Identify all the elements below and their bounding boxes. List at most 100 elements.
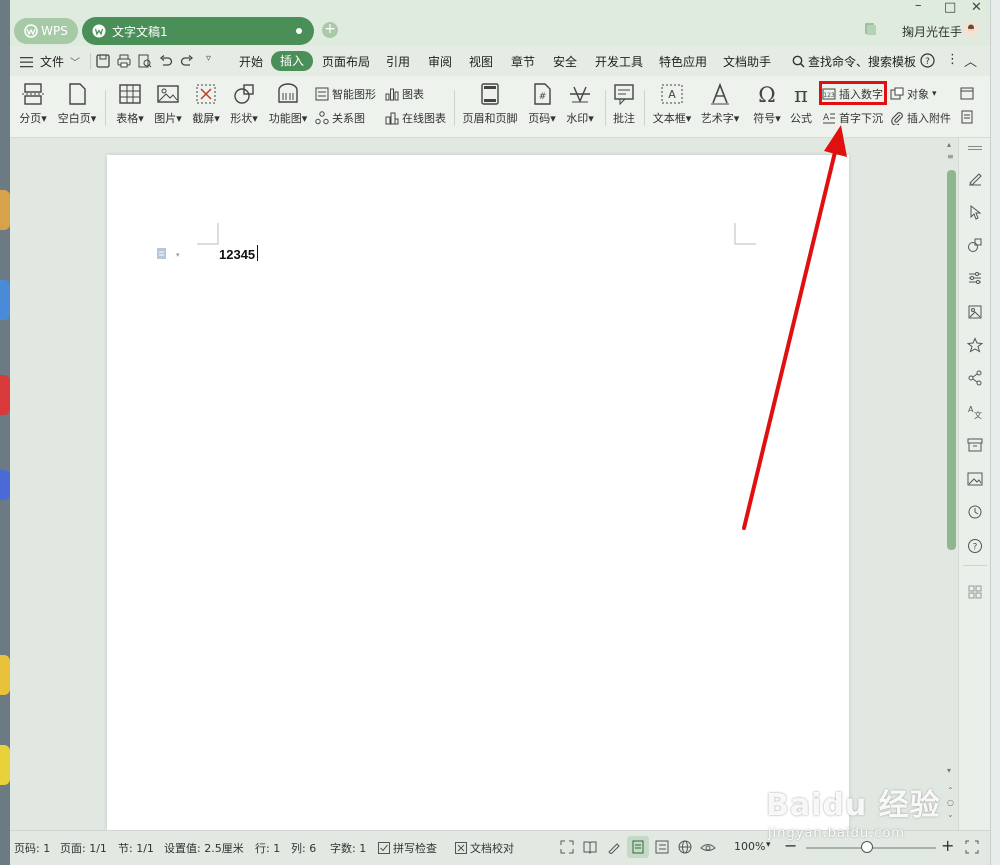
quick-access-dropdown-icon[interactable]: ▿ <box>206 53 211 64</box>
page-number-button[interactable]: # 页码▾ <box>524 82 560 126</box>
document-tab[interactable]: 文字文稿1 <box>82 17 314 45</box>
translate-icon[interactable]: A文 <box>967 403 983 419</box>
insert-attachment-button[interactable]: 插入附件 <box>890 110 951 126</box>
full-screen-icon[interactable] <box>560 840 574 854</box>
star-icon[interactable] <box>967 337 983 353</box>
writer-doc-icon <box>92 24 106 38</box>
reading-mode-icon[interactable] <box>583 840 597 854</box>
user-name[interactable]: 掬月光在手 <box>902 23 962 40</box>
textbox-icon: A <box>661 84 683 104</box>
picture-button[interactable]: 图片▾ <box>150 82 186 126</box>
blank-page-button[interactable]: 空白页▾ <box>55 82 99 126</box>
chart-button[interactable]: 图表 <box>385 86 424 102</box>
wordart-button[interactable]: 艺术字▾ <box>698 82 742 126</box>
fit-window-icon[interactable] <box>965 840 979 854</box>
image-library-icon[interactable] <box>967 304 983 320</box>
status-pages[interactable]: 页面: 1/1 <box>60 840 107 856</box>
shape-button[interactable]: 形状▾ <box>226 82 262 126</box>
vertical-scrollbar[interactable]: ▴ ≡ ▾ ⌃ ○ ⌄ <box>944 138 958 830</box>
close-button[interactable]: ✕ <box>971 0 982 15</box>
share-icon[interactable] <box>967 370 983 386</box>
paragraph-handle-icon[interactable]: ▾ <box>157 248 183 260</box>
archive-icon[interactable] <box>967 437 983 453</box>
more-options-icon[interactable]: ⋮ <box>946 52 959 67</box>
help-icon[interactable]: ? <box>920 53 935 68</box>
avatar[interactable] <box>963 21 979 37</box>
status-section[interactable]: 节: 1/1 <box>118 840 154 856</box>
menu-page-layout[interactable]: 页面布局 <box>322 53 370 70</box>
online-chart-button[interactable]: 在线图表 <box>385 110 446 126</box>
watermark: Baidu 经验 jingyan.baidu.com <box>766 780 952 850</box>
watermark-button[interactable]: 水印▾ <box>562 82 598 126</box>
print-icon[interactable] <box>117 54 131 68</box>
formula-button[interactable]: π 公式 <box>786 82 816 126</box>
redo-icon[interactable] <box>180 54 194 68</box>
menu-insert[interactable]: 插入 <box>271 51 313 71</box>
print-preview-icon[interactable] <box>138 54 152 68</box>
menu-references[interactable]: 引用 <box>386 53 410 70</box>
eye-protection-icon[interactable] <box>700 840 716 854</box>
scrollbar-thumb[interactable] <box>947 170 956 550</box>
web-view-icon[interactable] <box>678 840 692 854</box>
relation-chart-button[interactable]: 关系图 <box>315 110 365 126</box>
status-page[interactable]: 页码: 1 <box>14 840 50 856</box>
menu-view[interactable]: 视图 <box>469 53 493 70</box>
document-page[interactable]: ▾ 12345 <box>107 155 849 835</box>
function-chart-button[interactable]: 功能图▾ <box>266 82 310 126</box>
dropdown-icon: ▾ <box>176 112 182 125</box>
maximize-button[interactable]: □ <box>944 0 956 15</box>
spell-check-button[interactable]: 拼写检查 <box>378 840 437 856</box>
symbol-button[interactable]: Ω 符号▾ <box>750 82 784 126</box>
save-icon[interactable] <box>96 54 110 68</box>
menu-start[interactable]: 开始 <box>239 53 263 70</box>
minimize-button[interactable]: – <box>915 0 922 13</box>
screenshot-button[interactable]: 截屏▾ <box>188 82 224 126</box>
cursor-select-icon[interactable] <box>967 204 983 220</box>
page-break-button[interactable]: 分页▾ <box>16 82 50 126</box>
status-word-count[interactable]: 字数: 1 <box>330 840 366 856</box>
document-parts-icon[interactable] <box>960 110 974 124</box>
zoom-level[interactable]: 100% <box>734 840 765 853</box>
menu-doc-assistant[interactable]: 文档助手 <box>723 53 771 70</box>
header-footer-button[interactable]: 页眉和页脚 <box>460 82 520 126</box>
shape-panel-icon[interactable] <box>967 237 983 253</box>
menu-security[interactable]: 安全 <box>553 53 577 70</box>
adjust-settings-icon[interactable] <box>967 270 983 286</box>
page-view-icon <box>632 840 644 854</box>
history-icon[interactable] <box>967 504 983 520</box>
file-menu[interactable]: 文件 ﹀ <box>20 53 80 70</box>
drop-cap-button[interactable]: A 首字下沉 <box>822 110 883 126</box>
outline-view-icon[interactable] <box>655 840 669 854</box>
picture-panel-icon[interactable] <box>967 471 983 487</box>
menu-chapter[interactable]: 章节 <box>511 53 535 70</box>
cloud-docs-icon[interactable] <box>863 22 877 36</box>
page-view-button[interactable] <box>627 836 649 858</box>
collapse-ribbon-icon[interactable]: ︿ <box>964 51 977 70</box>
command-search[interactable]: 查找命令、搜索模板 <box>792 53 916 70</box>
desktop-icon <box>0 745 10 785</box>
smart-graphic-button[interactable]: 智能图形 <box>315 86 376 102</box>
comment-button[interactable]: 批注 <box>610 82 638 126</box>
new-tab-button[interactable]: + <box>322 22 338 38</box>
menu-developer-tools[interactable]: 开发工具 <box>595 53 643 70</box>
status-setting[interactable]: 设置值: 2.5厘米 <box>164 840 244 856</box>
table-button[interactable]: 表格▾ <box>112 82 148 126</box>
menu-review[interactable]: 审阅 <box>428 53 452 70</box>
hamburger-icon <box>20 56 33 67</box>
apps-grid-icon[interactable] <box>967 584 983 600</box>
wps-home-tab[interactable]: WPS <box>14 18 78 44</box>
comment-icon <box>614 84 634 106</box>
undo-icon[interactable] <box>159 54 173 68</box>
pen-mode-icon[interactable] <box>607 840 621 854</box>
document-body-text[interactable]: 12345 <box>219 247 255 262</box>
desktop-edge-right <box>990 0 1000 865</box>
date-icon[interactable] <box>960 86 974 100</box>
scroll-up-icon[interactable]: ▴ <box>947 140 951 149</box>
help-circle-icon[interactable]: ? <box>967 538 983 554</box>
scroll-down-icon[interactable]: ▾ <box>947 766 951 775</box>
doc-proof-button[interactable]: 文档校对 <box>455 840 514 856</box>
pen-icon[interactable] <box>967 170 983 186</box>
menu-special-apps[interactable]: 特色应用 <box>659 53 707 70</box>
object-button[interactable]: 对象 ▾ <box>890 86 937 102</box>
textbox-button[interactable]: A 文本框▾ <box>650 82 694 126</box>
